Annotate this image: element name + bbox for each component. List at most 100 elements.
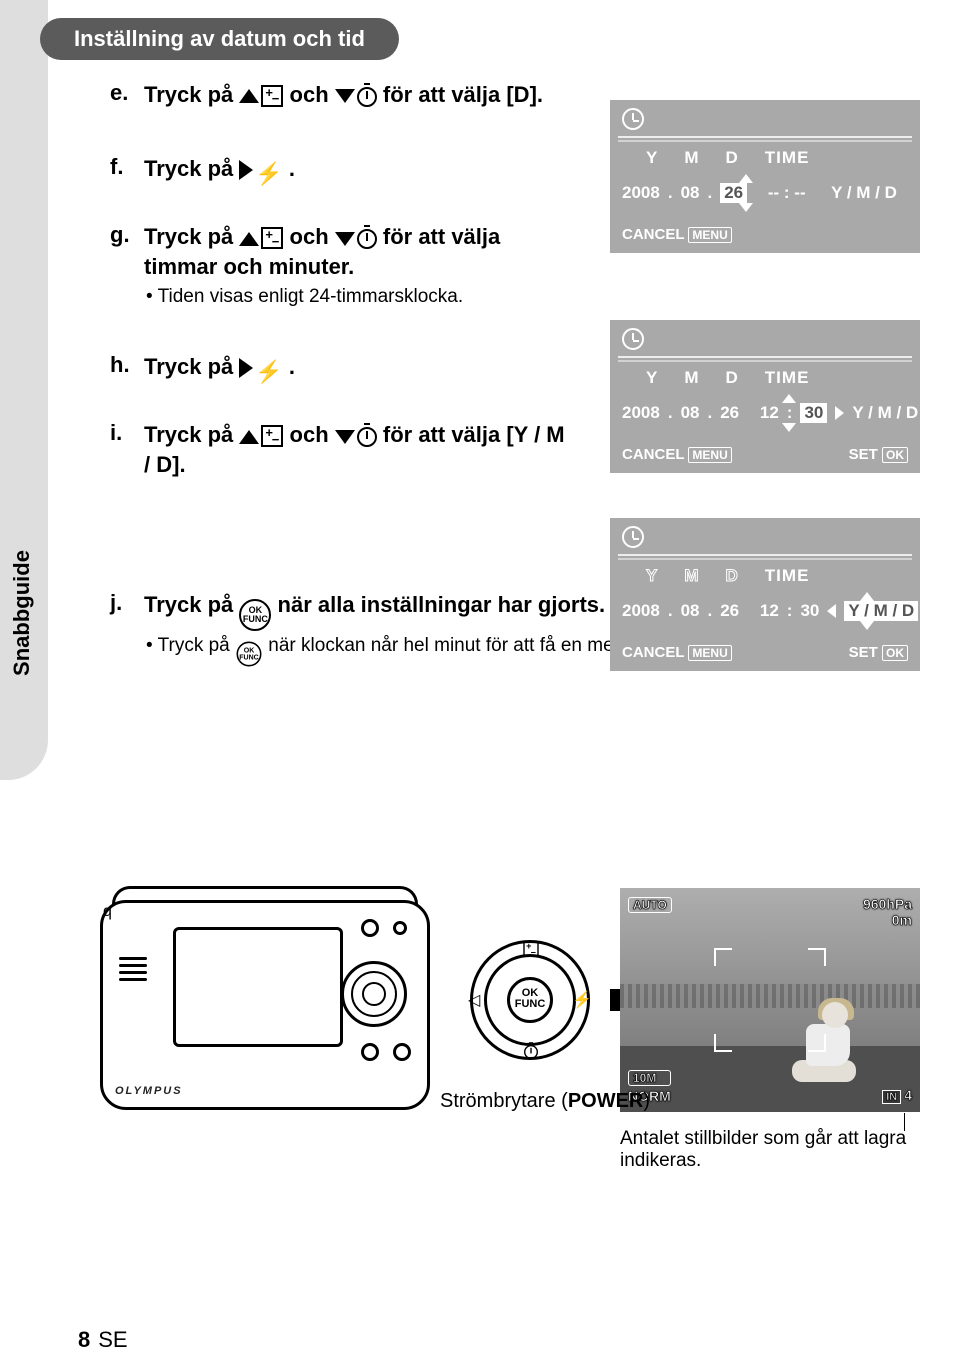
- lbl-time: TIME: [765, 148, 810, 168]
- osd-auto: AUTO: [628, 896, 672, 913]
- set-hint: SET OK: [849, 644, 908, 661]
- step-text: Tryck på ⚡ .: [144, 154, 295, 189]
- left-arrow-icon: [827, 604, 836, 618]
- ok-icon: OK: [882, 645, 908, 661]
- step-note: Tiden visas enligt 24-timmarsklocka.: [168, 286, 570, 308]
- ok-func-button-icon: OKFUNC: [237, 641, 262, 666]
- lbl-d: D: [726, 368, 739, 388]
- val-day: 26: [720, 183, 747, 203]
- txt: och: [290, 224, 335, 249]
- left-icon: ◁: [468, 990, 480, 1010]
- lbl-m: M: [684, 148, 699, 168]
- val-day: 26: [720, 601, 739, 621]
- val-year: 2008: [622, 403, 660, 423]
- step-text: Tryck på och för att välja [D].: [144, 80, 543, 110]
- txt: för att välja [D].: [383, 82, 543, 107]
- exp-comp-icon: [261, 85, 283, 107]
- down-icon: [335, 430, 355, 444]
- val-mon: 08: [681, 183, 700, 203]
- txt: .: [289, 156, 295, 181]
- cancel-hint: CANCEL MENU: [622, 226, 732, 243]
- osd-altitude: 0m: [863, 912, 912, 928]
- lbl-y: Y: [646, 148, 658, 168]
- dpad-enlarged: OKFUNC ◁ ⚡: [470, 940, 590, 1060]
- camera-button: [393, 921, 407, 935]
- camera-brand: OLYMPUS: [115, 1085, 183, 1097]
- up-arrow-icon: [860, 592, 874, 601]
- self-timer-icon: [519, 1042, 541, 1062]
- val-year: 2008: [622, 183, 660, 203]
- txt: Tryck på: [144, 156, 239, 181]
- page-number: 8SE: [78, 1327, 128, 1353]
- val-hh: 12: [760, 403, 779, 423]
- menu-icon: MENU: [688, 447, 731, 463]
- photo-caption: Antalet stillbilder som går att lagra in…: [620, 1128, 920, 1172]
- val-mon: 08: [681, 601, 700, 621]
- menu-icon: MENU: [688, 645, 731, 661]
- power-label: Strömbrytare (POWER): [440, 1090, 650, 1113]
- lbl-d: D: [726, 566, 739, 586]
- af-frame-icon: [714, 1034, 732, 1052]
- lbl-y: Y: [646, 368, 658, 388]
- val-time: -- : --: [768, 183, 806, 203]
- exp-comp-icon: [261, 227, 283, 249]
- section-title: Inställning av datum och tid: [40, 18, 399, 60]
- bottom-illustration: OLYMPUS q OKFUNC ◁ ⚡ AUTO 960hPa 0m: [100, 880, 920, 1200]
- clock-icon: [622, 328, 644, 350]
- dpad-ok-func-icon: OKFUNC: [507, 977, 553, 1023]
- osd-pressure: 960hPa: [863, 896, 912, 912]
- lcd-panel-day: Y M D TIME 2008. 08. 26 -- : -- Y / M / …: [610, 100, 920, 253]
- txt: och: [290, 82, 335, 107]
- down-arrow-icon: [739, 203, 753, 212]
- lcd-panel-minutes: Y M D TIME 2008. 08. 26 12: 30 Y / M / D…: [610, 320, 920, 473]
- ok-func-button-icon: OKFUNC: [239, 599, 271, 631]
- camera-button: [393, 1043, 411, 1061]
- up-arrow-icon: [739, 174, 753, 183]
- right-arrow-icon: [835, 406, 844, 420]
- step-letter: g.: [110, 222, 144, 248]
- lbl-d: D: [726, 148, 739, 168]
- camera-illustration: OLYMPUS q: [100, 900, 430, 1110]
- txt: Tryck på: [144, 224, 239, 249]
- osd-count: 4: [904, 1087, 912, 1103]
- lbl-time: TIME: [765, 566, 810, 586]
- right-icon: [239, 358, 253, 378]
- down-icon: [335, 89, 355, 103]
- self-timer-icon: [357, 87, 377, 107]
- val-mm: 30: [800, 601, 819, 621]
- exp-comp-icon: [261, 425, 283, 447]
- val-mm: 30: [800, 403, 827, 423]
- step-letter: i.: [110, 420, 144, 446]
- af-frame-icon: [714, 948, 732, 966]
- step-text: Tryck på och för att välja [Y / M / D].: [144, 420, 570, 479]
- osd-env: 960hPa 0m: [863, 896, 912, 928]
- txt: Tryck på: [144, 592, 239, 617]
- exp-comp-icon: [518, 938, 542, 960]
- down-arrow-icon: [782, 423, 796, 432]
- set-hint: SET OK: [849, 446, 908, 463]
- clock-icon: [622, 108, 644, 130]
- step-text: Tryck på och för att välja timmar och mi…: [144, 222, 570, 281]
- down-icon: [335, 232, 355, 246]
- camera-screen: [173, 927, 343, 1047]
- lbl-m: M: [684, 368, 699, 388]
- up-icon: [239, 89, 259, 103]
- camera-button: [361, 1043, 379, 1061]
- txt: .: [289, 354, 295, 379]
- val-mon: 08: [681, 403, 700, 423]
- self-timer-icon: [357, 229, 377, 249]
- txt: Tryck på: [158, 635, 235, 656]
- txt: Tryck på: [144, 354, 239, 379]
- flash-icon: ⚡: [255, 357, 282, 387]
- up-icon: [239, 232, 259, 246]
- step-letter: h.: [110, 352, 144, 378]
- up-icon: [239, 430, 259, 444]
- down-arrow-icon: [860, 621, 874, 630]
- step-g: g. Tryck på och för att välja timmar och…: [110, 222, 570, 307]
- cancel-hint: CANCEL MENU: [622, 644, 732, 661]
- val-fmt: Y / M / D: [852, 403, 918, 423]
- osd-resolution: 10M: [628, 1070, 671, 1086]
- step-letter: f.: [110, 154, 144, 180]
- lbl-time: TIME: [765, 368, 810, 388]
- step-text: Tryck på ⚡ .: [144, 352, 295, 387]
